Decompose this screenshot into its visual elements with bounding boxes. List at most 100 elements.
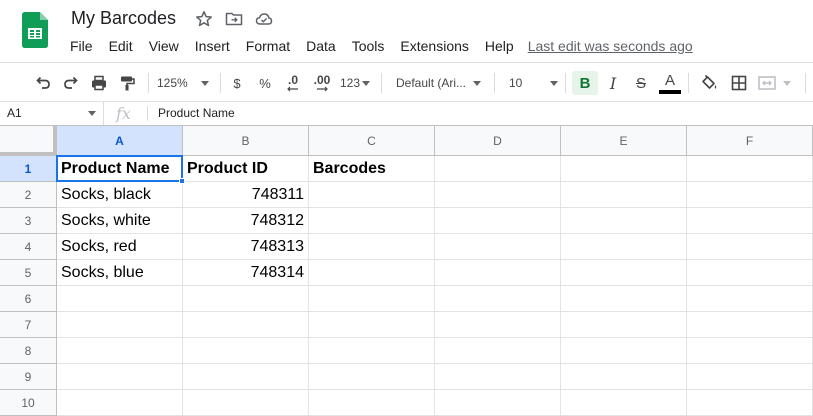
cell-a6[interactable]	[57, 286, 183, 312]
cell-b4[interactable]: 748313	[183, 234, 309, 260]
row-header[interactable]: 3	[0, 208, 57, 234]
cell-d7[interactable]	[435, 312, 561, 338]
cell-e4[interactable]	[561, 234, 687, 260]
row-header[interactable]: 2	[0, 182, 57, 208]
cell-c2[interactable]	[309, 182, 435, 208]
cell-f1[interactable]	[687, 156, 813, 182]
cell-a10[interactable]	[57, 390, 183, 416]
column-header-d[interactable]: D	[435, 126, 561, 156]
italic-button[interactable]: I	[601, 71, 625, 95]
fill-handle[interactable]	[179, 178, 185, 184]
cloud-status-icon[interactable]	[255, 10, 273, 28]
font-size-select[interactable]: 10	[503, 71, 561, 95]
star-icon[interactable]	[195, 10, 213, 28]
cell-c3[interactable]	[309, 208, 435, 234]
row-header[interactable]: 5	[0, 260, 57, 286]
text-color-button[interactable]: A	[657, 71, 683, 95]
paint-format-icon[interactable]	[115, 71, 139, 95]
menu-extensions[interactable]: Extensions	[392, 36, 476, 56]
cell-e8[interactable]	[561, 338, 687, 364]
cell-e10[interactable]	[561, 390, 687, 416]
cell-f2[interactable]	[687, 182, 813, 208]
cell-e5[interactable]	[561, 260, 687, 286]
cell-b6[interactable]	[183, 286, 309, 312]
cell-d9[interactable]	[435, 364, 561, 390]
column-header-c[interactable]: C	[309, 126, 435, 156]
cell-d8[interactable]	[435, 338, 561, 364]
cell-e9[interactable]	[561, 364, 687, 390]
decrease-decimal-button[interactable]: .0	[282, 71, 304, 95]
row-header[interactable]: 7	[0, 312, 57, 338]
fill-color-icon[interactable]	[697, 71, 721, 95]
cell-b3[interactable]: 748312	[183, 208, 309, 234]
currency-format-button[interactable]: $	[229, 71, 245, 95]
cell-e1[interactable]	[561, 156, 687, 182]
formula-input[interactable]: Product Name	[158, 102, 235, 125]
cell-d2[interactable]	[435, 182, 561, 208]
cell-b10[interactable]	[183, 390, 309, 416]
increase-decimal-button[interactable]: .00	[309, 71, 335, 95]
cell-b7[interactable]	[183, 312, 309, 338]
cell-c5[interactable]	[309, 260, 435, 286]
cell-d4[interactable]	[435, 234, 561, 260]
column-header-b[interactable]: B	[183, 126, 309, 156]
cell-a7[interactable]	[57, 312, 183, 338]
cell-f5[interactable]	[687, 260, 813, 286]
row-header[interactable]: 6	[0, 286, 57, 312]
zoom-select[interactable]: 125%	[157, 71, 215, 95]
undo-icon[interactable]	[31, 71, 55, 95]
menu-format[interactable]: Format	[238, 36, 298, 56]
cell-d10[interactable]	[435, 390, 561, 416]
cell-b5[interactable]: 748314	[183, 260, 309, 286]
menu-tools[interactable]: Tools	[344, 36, 393, 56]
cell-b1[interactable]: Product ID	[183, 156, 309, 182]
last-edit-link[interactable]: Last edit was seconds ago	[528, 38, 693, 54]
cell-d3[interactable]	[435, 208, 561, 234]
cell-c9[interactable]	[309, 364, 435, 390]
cell-c4[interactable]	[309, 234, 435, 260]
cell-f8[interactable]	[687, 338, 813, 364]
cell-e7[interactable]	[561, 312, 687, 338]
menu-help[interactable]: Help	[477, 36, 522, 56]
cell-c8[interactable]	[309, 338, 435, 364]
cell-a2[interactable]: Socks, black	[57, 182, 183, 208]
cell-f4[interactable]	[687, 234, 813, 260]
cell-f10[interactable]	[687, 390, 813, 416]
menu-file[interactable]: File	[62, 36, 101, 56]
row-header[interactable]: 1	[0, 156, 57, 182]
print-icon[interactable]	[87, 71, 111, 95]
cell-f6[interactable]	[687, 286, 813, 312]
cell-c10[interactable]	[309, 390, 435, 416]
bold-button[interactable]: B	[572, 71, 598, 95]
document-title[interactable]: My Barcodes	[71, 8, 176, 29]
cell-a3[interactable]: Socks, white	[57, 208, 183, 234]
cell-d6[interactable]	[435, 286, 561, 312]
cell-e3[interactable]	[561, 208, 687, 234]
cell-b2[interactable]: 748311	[183, 182, 309, 208]
cell-a9[interactable]	[57, 364, 183, 390]
cell-d1[interactable]	[435, 156, 561, 182]
column-header-f[interactable]: F	[687, 126, 813, 156]
cell-a4[interactable]: Socks, red	[57, 234, 183, 260]
menu-insert[interactable]: Insert	[187, 36, 238, 56]
cell-d5[interactable]	[435, 260, 561, 286]
row-header[interactable]: 8	[0, 338, 57, 364]
cell-f9[interactable]	[687, 364, 813, 390]
cell-b8[interactable]	[183, 338, 309, 364]
redo-icon[interactable]	[59, 71, 83, 95]
name-box[interactable]: A1	[0, 102, 104, 125]
cell-e6[interactable]	[561, 286, 687, 312]
select-all-corner[interactable]	[0, 126, 57, 156]
more-formats-button[interactable]: 123	[339, 71, 371, 95]
borders-icon[interactable]	[727, 71, 751, 95]
merge-cells-icon[interactable]	[757, 71, 797, 95]
row-header[interactable]: 9	[0, 364, 57, 390]
menu-data[interactable]: Data	[298, 36, 344, 56]
cell-a1[interactable]: Product Name	[57, 156, 183, 182]
percent-format-button[interactable]: %	[257, 71, 273, 95]
cell-f3[interactable]	[687, 208, 813, 234]
cell-c1[interactable]: Barcodes	[309, 156, 435, 182]
menu-edit[interactable]: Edit	[101, 36, 141, 56]
column-header-a[interactable]: A	[57, 126, 183, 156]
cell-a5[interactable]: Socks, blue	[57, 260, 183, 286]
